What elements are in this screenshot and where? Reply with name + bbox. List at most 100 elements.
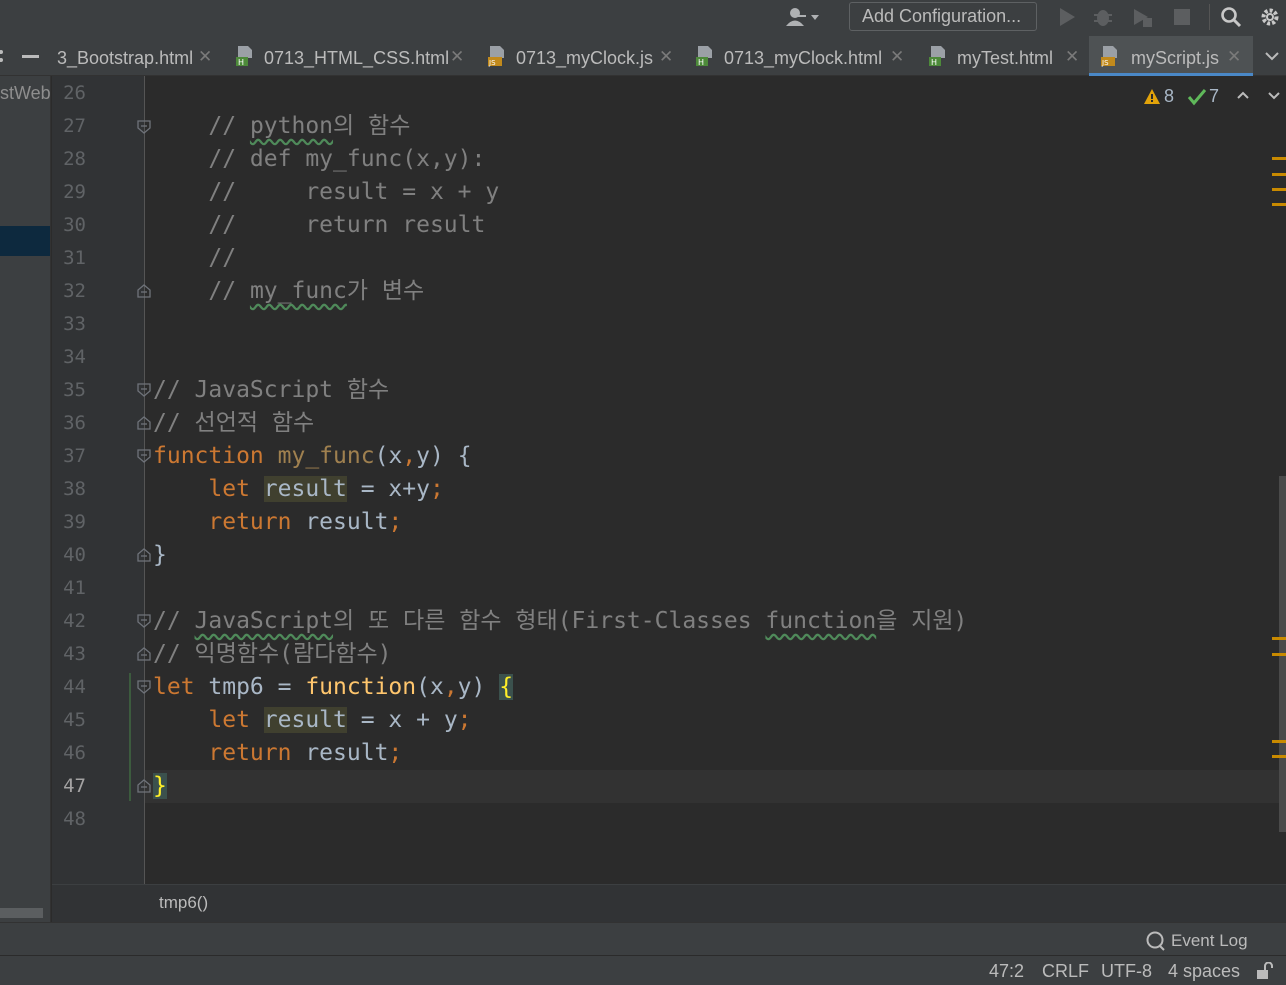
function-name: my_func — [277, 443, 375, 469]
line-separator[interactable]: CRLF — [1042, 961, 1089, 982]
coverage-icon[interactable] — [1131, 6, 1153, 28]
line-number: 37 — [63, 445, 86, 467]
tab-label: 0713_myClock.html — [724, 48, 883, 68]
warning-stripe-marker[interactable] — [1272, 755, 1286, 758]
tab-label: 0713_HTML_CSS.html — [264, 48, 450, 68]
variable: result — [263, 707, 347, 733]
close-icon[interactable]: ✕ — [1065, 36, 1079, 78]
line-number: 40 — [63, 544, 86, 566]
warning-count[interactable]: 8 — [1164, 86, 1174, 110]
code-line-47: } — [153, 770, 167, 803]
toolbar-separator — [1209, 4, 1210, 30]
debug-icon[interactable] — [1092, 6, 1114, 28]
code-line-42: // JavaScript의 또 다른 함수 형태(First-Classes … — [153, 605, 967, 638]
line-number: 43 — [63, 643, 86, 665]
line-number: 31 — [63, 247, 86, 269]
warning-stripe-marker[interactable] — [1272, 203, 1286, 206]
project-tree-selection[interactable] — [0, 226, 50, 256]
line-number: 27 — [63, 115, 86, 137]
fold-open-icon[interactable] — [137, 680, 151, 694]
code-line-45: let result = x + y; — [153, 704, 472, 737]
file-encoding[interactable]: UTF-8 — [1101, 961, 1152, 982]
keyword: let — [153, 674, 195, 700]
close-icon[interactable]: ✕ — [198, 36, 212, 78]
previous-highlight-chevron-up-icon[interactable] — [1236, 90, 1250, 100]
tab-list-chevron-icon[interactable] — [1264, 51, 1280, 61]
tab-label: myTest.html — [957, 48, 1054, 68]
code-line-28: // def my_func(x,y): — [153, 146, 486, 172]
expression: result — [291, 509, 389, 535]
line-number: 30 — [63, 214, 86, 236]
warning-stripe-marker[interactable] — [1272, 188, 1286, 191]
matched-brace: } — [153, 773, 167, 799]
svg-text:JS: JS — [1101, 59, 1109, 67]
code-line-30: // return result — [153, 212, 486, 238]
code-line-36: // 선언적 함수 — [153, 410, 315, 436]
close-icon[interactable]: ✕ — [1227, 36, 1241, 78]
warning-stripe-marker[interactable] — [1272, 173, 1286, 176]
stop-icon[interactable] — [1171, 6, 1193, 28]
variable: result — [263, 476, 347, 502]
tab-myclock-html[interactable]: H 0713_myClock.html ✕ — [684, 36, 917, 76]
warning-stripe-marker[interactable] — [1272, 157, 1286, 160]
warning-stripe-marker[interactable] — [1272, 637, 1286, 640]
paren: ) — [430, 443, 444, 469]
fold-end-icon[interactable] — [137, 647, 151, 661]
project-panel: stWeb — [0, 76, 51, 922]
tab-myscript-js[interactable]: JS myScript.js ✕ — [1089, 36, 1253, 76]
keyword: function — [153, 443, 264, 469]
fold-open-icon[interactable] — [137, 449, 151, 463]
add-configuration-button[interactable]: Add Configuration... — [849, 2, 1037, 31]
caret-position[interactable]: 47:2 — [989, 961, 1024, 982]
code-line-39: return result; — [153, 506, 402, 539]
fold-end-icon[interactable] — [137, 416, 151, 430]
fold-open-icon[interactable] — [137, 383, 151, 397]
indent-setting[interactable]: 4 spaces — [1168, 961, 1240, 982]
expression: = x+y — [346, 476, 430, 502]
fold-open-icon[interactable] — [137, 614, 151, 628]
next-highlight-chevron-down-icon[interactable] — [1267, 91, 1281, 101]
tab-bootstrap-html[interactable]: 3_Bootstrap.html ✕ — [52, 36, 224, 76]
project-scrollbar[interactable] — [0, 908, 43, 918]
code-line-43: // 익명함수(람다함수) — [153, 641, 392, 667]
warning-stripe-marker[interactable] — [1272, 653, 1286, 656]
weak-warning-count[interactable]: 7 — [1209, 86, 1219, 110]
warning-stripe-marker[interactable] — [1272, 740, 1286, 743]
tab-mytest-html[interactable]: H myTest.html ✕ — [917, 36, 1089, 76]
code-line-40: } — [153, 542, 167, 568]
fold-end-icon[interactable] — [137, 284, 151, 298]
code-line-29: // result = x + y — [153, 179, 500, 205]
keyword: return — [208, 740, 292, 766]
settings-icon[interactable] — [1259, 6, 1281, 28]
fold-end-icon[interactable] — [137, 548, 151, 562]
comma: , — [443, 674, 458, 700]
user-icon[interactable] — [784, 6, 824, 28]
run-icon[interactable] — [1056, 6, 1078, 28]
gutter-divider — [144, 76, 145, 884]
current-line-highlight — [145, 770, 1279, 803]
more-tabs-icon[interactable] — [0, 48, 9, 64]
code-line-44: let tmp6 = function(x,y) { — [153, 671, 514, 704]
fold-end-icon[interactable] — [137, 779, 151, 793]
weak-warning-check-icon[interactable] — [1187, 88, 1207, 106]
tab-myclock-js[interactable]: JS 0713_myClock.js ✕ — [476, 36, 684, 76]
close-icon[interactable]: ✕ — [890, 36, 904, 78]
breadcrumb[interactable]: tmp6() — [159, 893, 208, 913]
line-number-current: 47 — [63, 775, 86, 797]
param: x — [388, 443, 403, 469]
minimize-icon[interactable] — [22, 55, 39, 58]
semicolon: ; — [388, 740, 403, 766]
code-line-46: return result; — [153, 737, 402, 770]
close-icon[interactable]: ✕ — [450, 36, 464, 78]
search-icon[interactable] — [1220, 6, 1242, 28]
project-tree-label[interactable]: stWeb — [0, 83, 50, 104]
unlock-icon[interactable] — [1255, 962, 1273, 980]
close-icon[interactable]: ✕ — [659, 36, 673, 78]
tab-html-css[interactable]: H 0713_HTML_CSS.html ✕ — [224, 36, 476, 76]
comment-text: 의 함수 — [333, 113, 411, 139]
fold-open-icon[interactable] — [137, 120, 151, 134]
warning-icon[interactable] — [1143, 88, 1161, 105]
